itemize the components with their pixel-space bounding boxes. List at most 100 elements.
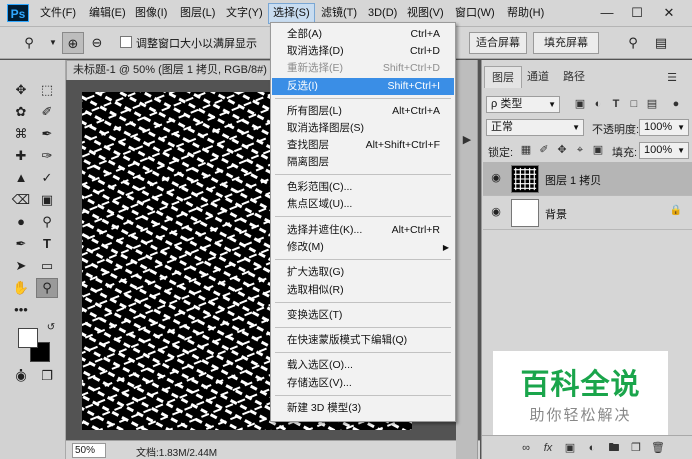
menu-item-new-3d-model[interactable]: 新建 3D 模型(3) <box>272 400 454 417</box>
trash-icon[interactable]: 🗑 <box>650 440 666 456</box>
menu-item-similar[interactable]: 选取相似(R) <box>272 282 454 299</box>
clone-stamp-tool-icon[interactable]: ▲ <box>10 168 32 188</box>
lasso-tool-icon[interactable]: ✿ <box>10 102 32 122</box>
crop-tool-icon[interactable]: ⌘ <box>10 124 32 144</box>
layer-row[interactable]: ◉ 图层 1 拷贝 <box>483 162 692 196</box>
history-brush-tool-icon[interactable]: ✓ <box>36 168 58 188</box>
healing-brush-tool-icon[interactable]: ✚ <box>10 146 32 166</box>
close-icon[interactable]: ✕ <box>656 4 682 22</box>
marquee-tool-icon[interactable]: ⬚ <box>36 80 58 100</box>
pen-tool-icon[interactable]: ✒ <box>10 234 32 254</box>
blend-mode-select[interactable]: 正常 ▼ <box>486 119 584 136</box>
zoom-level-field[interactable]: 50% <box>72 443 106 458</box>
tab-layers[interactable]: 图层 <box>484 66 522 88</box>
lock-pixels-icon[interactable]: ✐ <box>536 142 552 158</box>
menu-item-isolate-layers[interactable]: 隔离图层 <box>272 154 454 171</box>
swap-colors-icon[interactable]: ↺ <box>40 318 62 338</box>
more-tools-icon[interactable]: ••• <box>10 300 32 320</box>
minimize-icon[interactable]: — <box>594 4 620 22</box>
play-icon[interactable]: ▶ <box>459 132 475 148</box>
zoom-tool-preset-icon[interactable]: ⚲ <box>18 32 40 54</box>
filter-smart-object-icon[interactable]: ▤ <box>644 96 660 112</box>
link-layers-icon[interactable]: ∞ <box>518 440 534 456</box>
filter-toggle-icon[interactable]: ● <box>668 96 684 112</box>
menu-item-reselect[interactable]: 重新选择(E) Shift+Ctrl+D <box>272 60 454 77</box>
path-select-tool-icon[interactable]: ➤ <box>10 256 32 276</box>
filter-adjustment-icon[interactable]: ◐ <box>590 96 606 112</box>
fill-field[interactable]: 100% ▼ <box>639 142 689 159</box>
fill-screen-button[interactable]: 填充屏幕 <box>533 32 599 54</box>
foreground-color-swatch[interactable] <box>18 328 38 348</box>
menu-item-inverse[interactable]: 反选(I) Shift+Ctrl+I <box>272 78 454 95</box>
menu-image[interactable]: 图像(I) <box>131 3 171 24</box>
screen-mode-icon[interactable]: ❐ <box>36 366 58 386</box>
lock-position-icon[interactable]: ✥ <box>554 142 570 158</box>
tab-paths[interactable]: 路径 <box>556 66 592 88</box>
menu-item-select-and-mask[interactable]: 选择并遮住(K)... Alt+Ctrl+R <box>272 222 454 239</box>
add-mask-icon[interactable]: ▣ <box>562 440 578 456</box>
menu-select[interactable]: 选择(S) <box>268 3 315 24</box>
menu-item-transform-selection[interactable]: 变换选区(T) <box>272 307 454 324</box>
document-size-info[interactable]: 文档:1.83M/2.44M <box>136 444 217 459</box>
maximize-icon[interactable]: ☐ <box>624 4 650 22</box>
shape-tool-icon[interactable]: ▭ <box>36 256 58 276</box>
eye-icon[interactable]: ◉ <box>489 171 503 185</box>
zoom-in-icon[interactable]: ⊕ <box>62 32 84 54</box>
move-tool-icon[interactable]: ✥ <box>10 80 32 100</box>
eye-icon[interactable]: ◉ <box>489 205 503 219</box>
menu-3d[interactable]: 3D(D) <box>364 3 401 24</box>
quick-select-tool-icon[interactable]: ✐ <box>36 102 58 122</box>
menu-window[interactable]: 窗口(W) <box>451 3 499 24</box>
adjustment-layer-icon[interactable]: ◐ <box>584 440 600 456</box>
gradient-tool-icon[interactable]: ▣ <box>36 190 58 210</box>
chevron-down-icon[interactable]: ▼ <box>42 32 64 54</box>
menu-filter[interactable]: 滤镜(T) <box>317 3 361 24</box>
menu-file[interactable]: 文件(F) <box>36 3 80 24</box>
search-icon[interactable]: ⚲ <box>622 32 644 54</box>
menu-type[interactable]: 文字(Y) <box>222 3 267 24</box>
filter-pixel-icon[interactable]: ▣ <box>572 96 588 112</box>
tab-channels[interactable]: 通道 <box>520 66 556 88</box>
new-group-icon[interactable]: 🖿 <box>606 440 622 456</box>
quick-mask-icon[interactable]: ◉ <box>10 366 32 386</box>
resize-window-checkbox[interactable] <box>120 36 132 48</box>
menu-item-focus-area[interactable]: 焦点区域(U)... <box>272 196 454 213</box>
menu-item-select-all[interactable]: 全部(A) Ctrl+A <box>272 26 454 43</box>
menu-item-find-layers[interactable]: 查找图层 Alt+Shift+Ctrl+F <box>272 137 454 154</box>
layer-row[interactable]: ◉ 背景 🔒 <box>483 196 692 230</box>
eyedropper-tool-icon[interactable]: ✒ <box>36 124 58 144</box>
fit-screen-button[interactable]: 适合屏幕 <box>469 32 527 54</box>
layer-name[interactable]: 图层 1 拷贝 <box>545 172 601 188</box>
zoom-tool-icon[interactable]: ⚲ <box>36 278 58 298</box>
opacity-field[interactable]: 100% ▼ <box>639 119 689 136</box>
menu-item-all-layers[interactable]: 所有图层(L) Alt+Ctrl+A <box>272 103 454 120</box>
zoom-out-icon[interactable]: ⊖ <box>86 32 108 54</box>
menu-item-quick-mask[interactable]: 在快速蒙版模式下编辑(Q) <box>272 332 454 349</box>
menu-item-color-range[interactable]: 色彩范围(C)... <box>272 179 454 196</box>
menu-help[interactable]: 帮助(H) <box>503 3 548 24</box>
menu-item-load-selection[interactable]: 载入选区(O)... <box>272 357 454 374</box>
menu-item-deselect-layers[interactable]: 取消选择图层(S) <box>272 120 454 137</box>
eraser-tool-icon[interactable]: ⌫ <box>10 190 32 210</box>
lock-transparent-icon[interactable]: ▦ <box>518 142 534 158</box>
new-layer-icon[interactable]: ❐ <box>628 440 644 456</box>
dodge-tool-icon[interactable]: ⚲ <box>36 212 58 232</box>
type-tool-icon[interactable]: T <box>36 234 58 254</box>
lock-all-icon[interactable]: ▣ <box>590 142 606 158</box>
hand-tool-icon[interactable]: ✋ <box>10 278 32 298</box>
fx-icon[interactable]: fx <box>540 440 556 456</box>
lock-icon[interactable]: 🔒 <box>670 205 682 216</box>
filter-type-icon[interactable]: T <box>608 96 624 112</box>
menu-view[interactable]: 视图(V) <box>403 3 448 24</box>
panel-menu-icon[interactable]: ☰ <box>664 70 680 86</box>
menu-item-save-selection[interactable]: 存储选区(V)... <box>272 375 454 392</box>
brush-tool-icon[interactable]: ✑ <box>36 146 58 166</box>
workspace-icon[interactable]: ▤ <box>650 32 672 54</box>
layer-kind-filter[interactable]: ρ 类型 ▼ <box>486 96 560 113</box>
document-tab[interactable]: 未标题-1 @ 50% (图层 1 拷贝, RGB/8#) * <box>66 60 276 80</box>
filter-shape-icon[interactable]: □ <box>626 96 642 112</box>
layer-name[interactable]: 背景 <box>545 206 567 222</box>
menu-layer[interactable]: 图层(L) <box>176 3 219 24</box>
blur-tool-icon[interactable]: ● <box>10 212 32 232</box>
menu-item-modify[interactable]: 修改(M) ▶ <box>272 239 454 256</box>
